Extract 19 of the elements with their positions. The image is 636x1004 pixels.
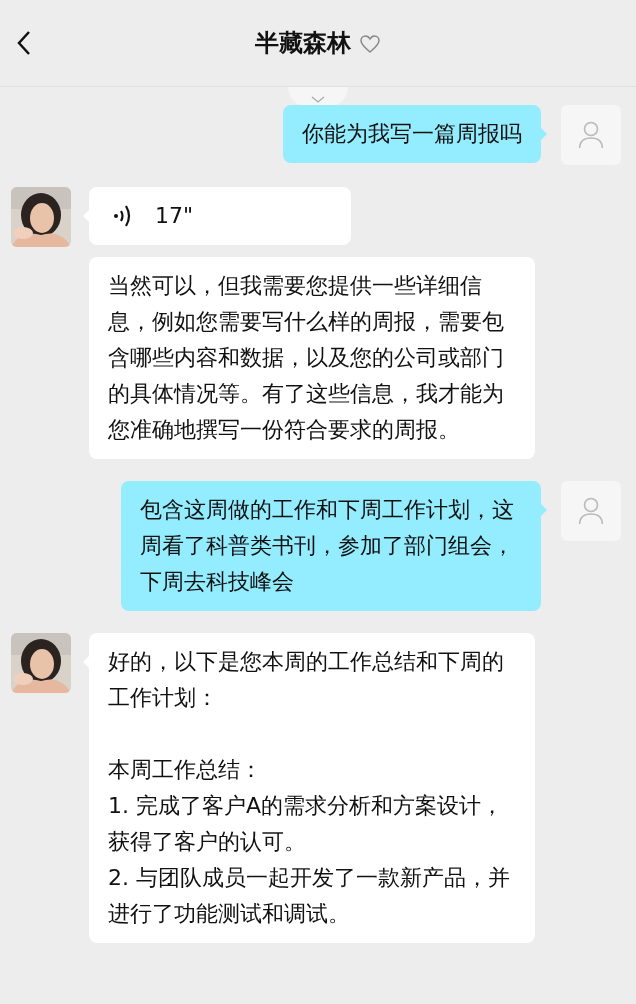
avatar[interactable]	[561, 481, 621, 541]
avatar[interactable]	[561, 105, 621, 165]
back-icon	[16, 30, 32, 56]
message-bubble: 你能为我写一篇周报吗	[283, 105, 541, 163]
chevron-down-icon	[311, 95, 325, 104]
heart-icon[interactable]	[359, 33, 381, 54]
user-icon	[578, 121, 604, 149]
chat-title: 半藏森林	[255, 28, 351, 59]
scroll-down-button[interactable]	[288, 87, 348, 107]
message-text: 好的，以下是您本周的工作总结和下周的工作计划：	[108, 648, 505, 712]
message-text: 1. 完成了客户A的需求分析和方案设计，获得了客户的认可。	[108, 792, 505, 856]
user-icon	[578, 497, 604, 525]
voice-message[interactable]: 17"	[89, 187, 351, 245]
message-bubble: 当然可以，但我需要您提供一些详细信息，例如您需要写什么样的周报，需要包含哪些内容和数据，以及您的公司或部门的具体情况等。有了这些信息，我才能为您准确地撰写一份符合要求的周报。	[89, 257, 535, 459]
message-text: 2. 与团队成员一起开发了一款新产品，并进行了功能测试和调试。	[108, 864, 511, 928]
message-text: 本周工作总结：	[108, 756, 263, 784]
message-bubble: 包含这周做的工作和下周工作计划，这周看了科普类书刊，参加了部门组会，下周去科技峰会	[121, 481, 541, 611]
voice-duration: 17"	[155, 202, 194, 230]
voice-icon	[113, 203, 133, 229]
